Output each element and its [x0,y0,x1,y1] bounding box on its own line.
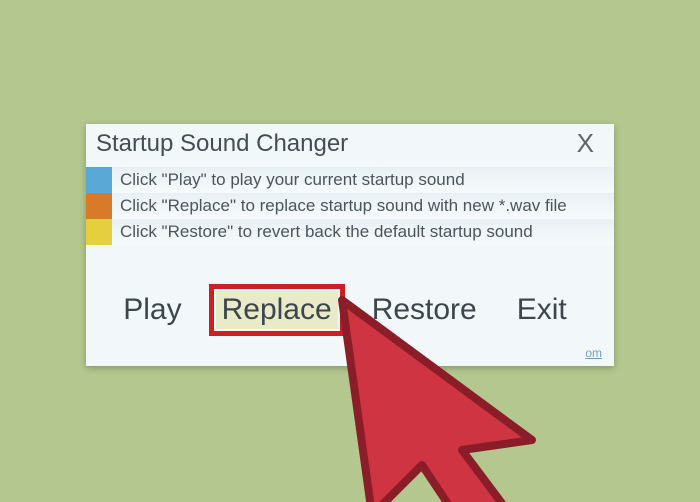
hint-row-restore: Click "Restore" to revert back the defau… [86,219,614,245]
window-title: Startup Sound Changer [96,130,348,158]
hint-text: Click "Replace" to replace startup sound… [112,196,567,216]
play-button[interactable]: Play [117,291,187,329]
hint-row-replace: Click "Replace" to replace startup sound… [86,193,614,219]
hint-text: Click "Play" to play your current startu… [112,170,465,190]
hint-list: Click "Play" to play your current startu… [86,167,614,245]
exit-button[interactable]: Exit [511,291,573,329]
hint-text: Click "Restore" to revert back the defau… [112,222,533,242]
close-button[interactable]: X [571,128,600,159]
titlebar: Startup Sound Changer X [86,124,614,161]
replace-button[interactable]: Replace [216,291,338,329]
dialog-window: Startup Sound Changer X Click "Play" to … [86,124,614,366]
swatch-icon [86,167,112,193]
swatch-icon [86,193,112,219]
stage: Startup Sound Changer X Click "Play" to … [0,0,700,502]
button-row: Play Replace Restore Exit [86,291,614,329]
swatch-icon [86,219,112,245]
footer-link[interactable]: om [585,346,602,360]
restore-button[interactable]: Restore [366,291,483,329]
hint-row-play: Click "Play" to play your current startu… [86,167,614,193]
